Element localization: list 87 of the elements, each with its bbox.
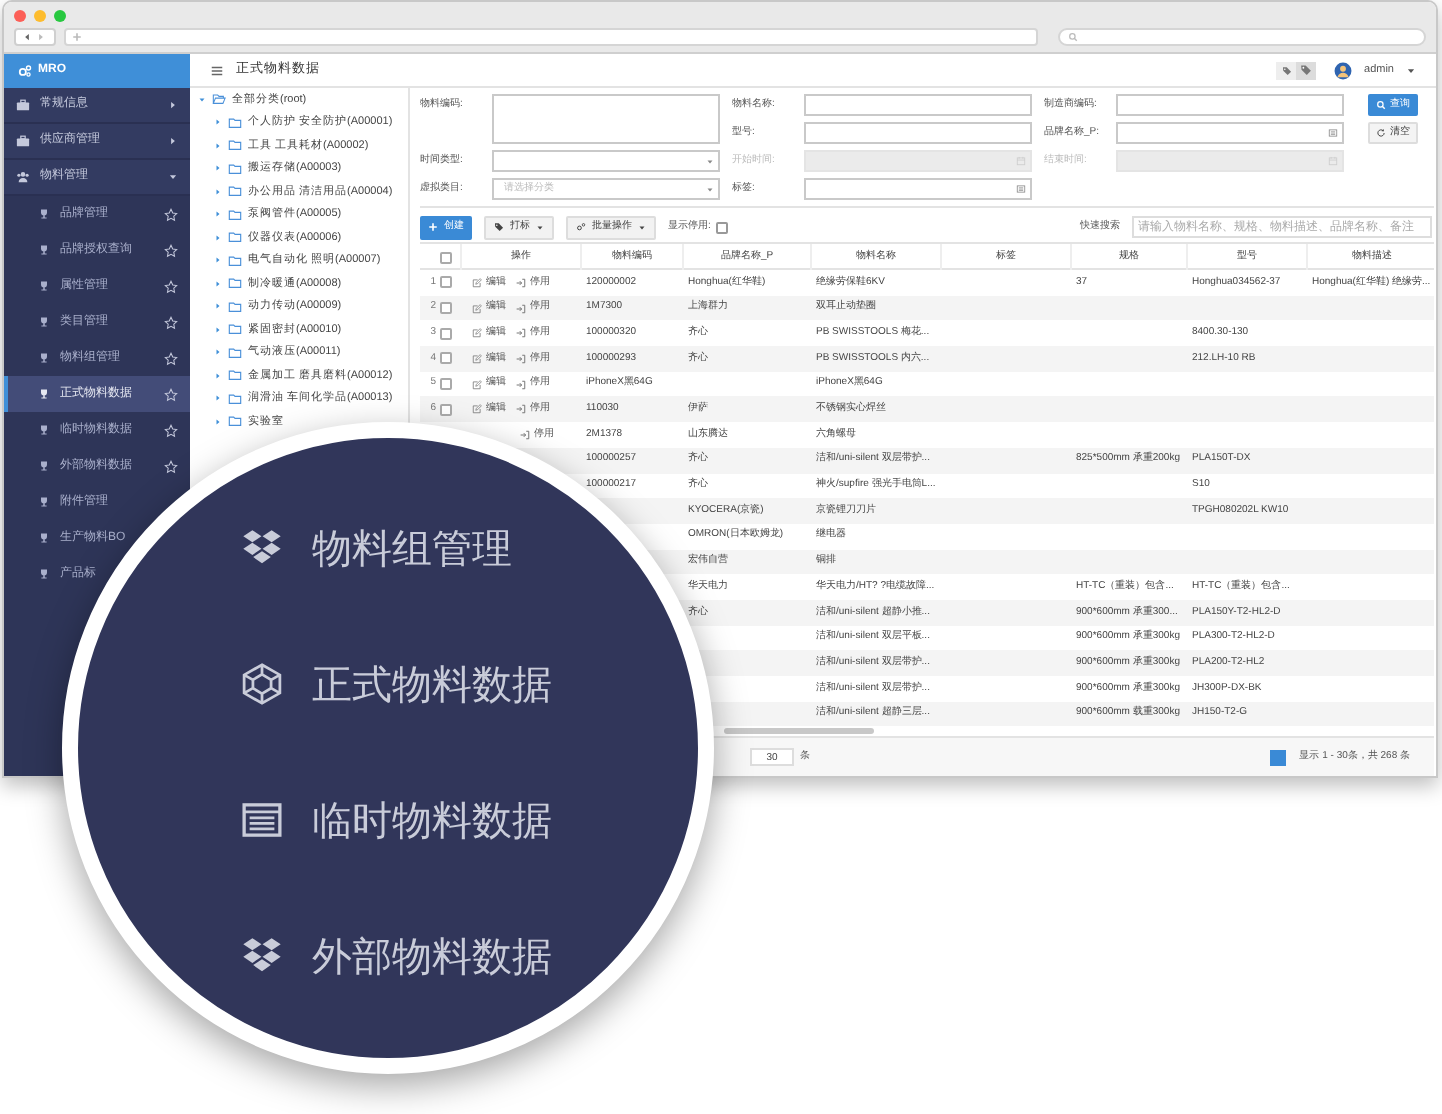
plus-icon [428, 222, 438, 232]
star-icon[interactable] [164, 243, 178, 257]
briefcase-icon [16, 134, 30, 148]
trophy-icon [38, 244, 50, 256]
row-checkbox[interactable] [440, 378, 452, 391]
search-icon [1067, 32, 1078, 42]
caret-down-icon [638, 223, 646, 231]
input-field[interactable] [804, 178, 1032, 200]
refresh-icon [1376, 128, 1386, 138]
menu-item[interactable]: 外部物料数据 [312, 926, 552, 986]
sign-out-icon [516, 379, 526, 390]
row-checkbox[interactable] [440, 276, 452, 289]
users-icon [16, 170, 30, 184]
text-area[interactable] [492, 94, 720, 144]
back-icon [22, 32, 33, 42]
trophy-icon [38, 496, 50, 508]
sign-out-icon [516, 303, 526, 314]
caret-down-icon [706, 157, 714, 165]
checkbox[interactable] [716, 221, 729, 233]
tag-button[interactable] [1276, 61, 1297, 79]
edit-icon [472, 353, 482, 364]
plus-icon [71, 32, 82, 42]
input-field[interactable] [1116, 94, 1344, 116]
calendar-icon [1016, 156, 1026, 166]
sign-out-icon [520, 429, 530, 440]
header-checkbox[interactable] [440, 251, 452, 263]
calendar-icon [1328, 156, 1338, 166]
caret-down-icon [536, 223, 544, 231]
trophy-icon [38, 280, 50, 292]
address-bar[interactable] [63, 28, 1038, 46]
forward-icon [36, 32, 47, 42]
tags-icon [1300, 64, 1313, 76]
cube-icon [240, 662, 284, 706]
row-checkbox[interactable] [440, 327, 452, 340]
row-checkbox[interactable] [440, 403, 452, 416]
sign-out-icon [516, 277, 526, 288]
edit-icon [472, 303, 482, 314]
window-list-icon [240, 798, 284, 842]
tag-icon [494, 222, 504, 232]
star-icon[interactable] [164, 387, 178, 401]
sign-out-icon [516, 353, 526, 364]
tags-button[interactable] [1296, 61, 1317, 79]
gears-icon [18, 64, 32, 78]
trophy-icon [38, 388, 50, 400]
select-field[interactable] [492, 150, 720, 172]
row-checkbox[interactable] [440, 352, 452, 365]
sign-out-icon [516, 328, 526, 339]
edit-icon [472, 404, 482, 415]
list-icon [1328, 128, 1338, 138]
menu-icon[interactable] [210, 63, 224, 77]
nav-buttons[interactable] [14, 28, 56, 46]
edit-icon [472, 328, 482, 339]
gears-icon [576, 222, 586, 232]
folder-open-icon [212, 92, 226, 107]
trophy-icon [38, 352, 50, 364]
star-icon[interactable] [164, 315, 178, 329]
star-icon[interactable] [164, 351, 178, 365]
input-field[interactable] [804, 94, 1032, 116]
search-field[interactable] [1057, 28, 1426, 46]
star-icon[interactable] [164, 279, 178, 293]
star-icon[interactable] [164, 459, 178, 473]
tag-icon [1281, 65, 1292, 75]
input-field[interactable] [804, 122, 1032, 144]
edit-icon [472, 277, 482, 288]
briefcase-icon [16, 98, 30, 112]
scrollbar-thumb[interactable] [724, 728, 874, 735]
menu-item[interactable]: 正式物料数据 [312, 654, 552, 714]
page-button[interactable] [1269, 749, 1286, 766]
search-icon [1376, 100, 1386, 110]
edit-icon [472, 379, 482, 390]
avatar-icon [1334, 61, 1353, 79]
trophy-icon [38, 424, 50, 436]
trophy-icon [38, 208, 50, 220]
menu-item[interactable]: 临时物料数据 [312, 790, 552, 850]
input-field[interactable] [1116, 122, 1344, 144]
row-checkbox[interactable] [440, 302, 452, 315]
menu-item[interactable]: 物料组管理 [312, 518, 512, 578]
star-icon[interactable] [164, 207, 178, 221]
caret-down-icon [706, 185, 714, 193]
trophy-icon [38, 532, 50, 544]
trophy-icon [38, 316, 50, 328]
list-icon [1016, 184, 1026, 194]
trophy-icon [38, 568, 50, 580]
star-icon[interactable] [164, 423, 178, 437]
caret-down-icon [1406, 65, 1416, 75]
trophy-icon [38, 460, 50, 472]
sign-out-icon [516, 404, 526, 415]
